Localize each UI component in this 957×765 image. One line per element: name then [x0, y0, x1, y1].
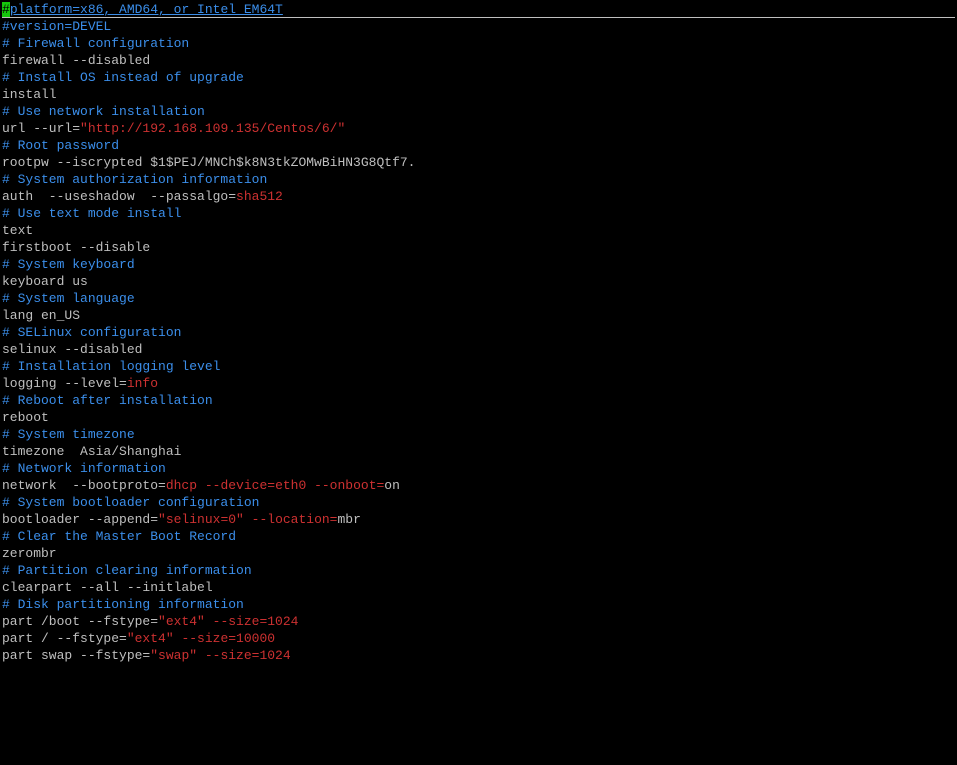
code-segment: keyboard us [2, 274, 88, 289]
code-line: # SELinux configuration [2, 324, 955, 341]
code-segment: # Root password [2, 138, 119, 153]
code-line: # Install OS instead of upgrade [2, 69, 955, 86]
code-segment: reboot [2, 410, 49, 425]
code-segment: logging --level= [2, 376, 127, 391]
code-segment: eth0 [275, 478, 306, 493]
code-segment: # System bootloader configuration [2, 495, 259, 510]
code-segment: # [2, 2, 10, 17]
code-line: zerombr [2, 545, 955, 562]
code-segment: auth --useshadow --passalgo= [2, 189, 236, 204]
code-segment: "ext4" [127, 631, 174, 646]
code-segment: # Installation logging level [2, 359, 220, 374]
code-segment: # Use network installation [2, 104, 205, 119]
code-segment: # Reboot after installation [2, 393, 213, 408]
code-segment: zerombr [2, 546, 57, 561]
code-segment: mbr [337, 512, 360, 527]
code-segment: # System language [2, 291, 135, 306]
code-segment: on [384, 478, 400, 493]
code-line: url --url="http://192.168.109.135/Centos… [2, 120, 955, 137]
code-line: auth --useshadow --passalgo=sha512 [2, 188, 955, 205]
code-segment: # System authorization information [2, 172, 267, 187]
code-line: # Network information [2, 460, 955, 477]
code-line: # System timezone [2, 426, 955, 443]
code-segment: install [2, 87, 57, 102]
code-segment: part swap --fstype= [2, 648, 150, 663]
code-segment: "selinux=0" [158, 512, 244, 527]
code-line: # Partition clearing information [2, 562, 955, 579]
code-line: # System language [2, 290, 955, 307]
code-line: # Disk partitioning information [2, 596, 955, 613]
code-segment: firstboot --disable [2, 240, 150, 255]
code-segment: sha512 [236, 189, 283, 204]
code-line: timezone Asia/Shanghai [2, 443, 955, 460]
code-segment: url --url= [2, 121, 80, 136]
code-segment: # Disk partitioning information [2, 597, 244, 612]
code-line: #version=DEVEL [2, 18, 955, 35]
code-segment: #version=DEVEL [2, 19, 111, 34]
code-segment: part /boot --fstype= [2, 614, 158, 629]
code-line: part / --fstype="ext4" --size=10000 [2, 630, 955, 647]
code-line: # Use text mode install [2, 205, 955, 222]
code-line: # System authorization information [2, 171, 955, 188]
code-line: firewall --disabled [2, 52, 955, 69]
code-segment: lang en_US [2, 308, 80, 323]
code-segment: platform=x86, AMD64, or Intel EM64T [10, 2, 283, 17]
code-segment: "ext4" [158, 614, 205, 629]
code-segment: # Install OS instead of upgrade [2, 70, 244, 85]
code-segment: # System timezone [2, 427, 135, 442]
code-line: firstboot --disable [2, 239, 955, 256]
code-line: bootloader --append="selinux=0" --locati… [2, 511, 955, 528]
code-segment: # Partition clearing information [2, 563, 252, 578]
code-line: clearpart --all --initlabel [2, 579, 955, 596]
code-segment: bootloader --append= [2, 512, 158, 527]
code-segment: --size=1024 [197, 648, 291, 663]
code-segment: network --bootproto= [2, 478, 166, 493]
code-segment: --onboot= [306, 478, 384, 493]
code-segment: # SELinux configuration [2, 325, 181, 340]
code-line: # System keyboard [2, 256, 955, 273]
code-segment: clearpart --all --initlabel [2, 580, 213, 595]
code-line: network --bootproto=dhcp --device=eth0 -… [2, 477, 955, 494]
code-line: #platform=x86, AMD64, or Intel EM64T [2, 1, 955, 18]
code-segment: --location= [244, 512, 338, 527]
code-segment: firewall --disabled [2, 53, 150, 68]
code-line: install [2, 86, 955, 103]
code-line: part swap --fstype="swap" --size=1024 [2, 647, 955, 664]
code-line: # Installation logging level [2, 358, 955, 375]
code-line: # Root password [2, 137, 955, 154]
code-segment: --size=1024 [205, 614, 299, 629]
terminal-editor[interactable]: #platform=x86, AMD64, or Intel EM64T#ver… [0, 0, 957, 665]
code-line: keyboard us [2, 273, 955, 290]
code-segment: --device= [197, 478, 275, 493]
code-segment: text [2, 223, 33, 238]
code-line: # Firewall configuration [2, 35, 955, 52]
code-segment: "http://192.168.109.135/Centos/6/" [80, 121, 345, 136]
code-line: reboot [2, 409, 955, 426]
code-segment: # Network information [2, 461, 166, 476]
code-segment: info [127, 376, 158, 391]
code-segment: # System keyboard [2, 257, 135, 272]
code-line: lang en_US [2, 307, 955, 324]
code-segment: selinux --disabled [2, 342, 142, 357]
code-line: # Use network installation [2, 103, 955, 120]
code-segment: rootpw --iscrypted $1$PEJ/MNCh$k8N3tkZOM… [2, 155, 415, 170]
code-line: text [2, 222, 955, 239]
code-segment: part / --fstype= [2, 631, 127, 646]
code-segment: dhcp [166, 478, 197, 493]
code-segment: timezone Asia/Shanghai [2, 444, 181, 459]
code-line: part /boot --fstype="ext4" --size=1024 [2, 613, 955, 630]
code-line: # System bootloader configuration [2, 494, 955, 511]
code-segment: --size=10000 [174, 631, 275, 646]
code-segment: # Use text mode install [2, 206, 181, 221]
code-line: selinux --disabled [2, 341, 955, 358]
code-line: # Clear the Master Boot Record [2, 528, 955, 545]
code-line: rootpw --iscrypted $1$PEJ/MNCh$k8N3tkZOM… [2, 154, 955, 171]
code-segment: # Clear the Master Boot Record [2, 529, 236, 544]
code-segment: # Firewall configuration [2, 36, 189, 51]
code-line: logging --level=info [2, 375, 955, 392]
code-line: # Reboot after installation [2, 392, 955, 409]
code-segment: "swap" [150, 648, 197, 663]
